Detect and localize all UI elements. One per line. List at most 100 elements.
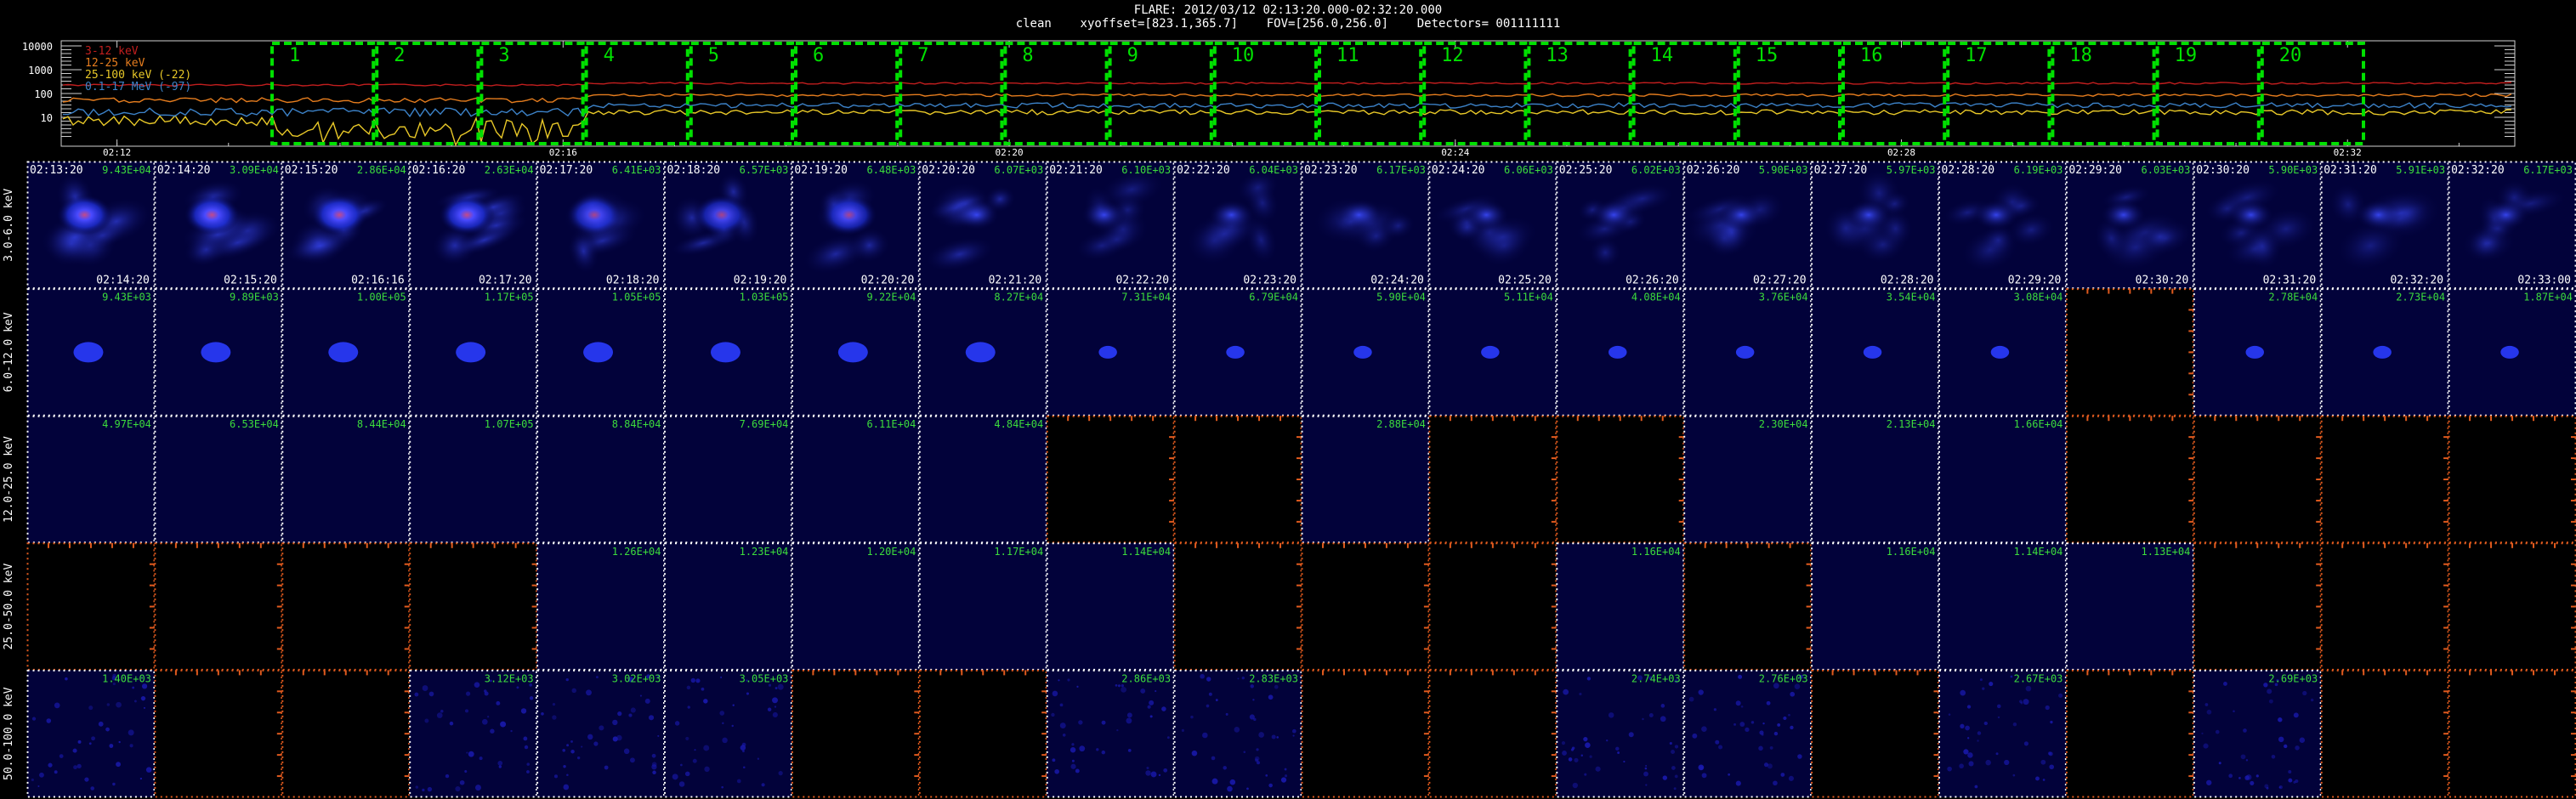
image-cell: 6.17E+0302:32:2002:33:0020	[2448, 161, 2576, 290]
peak-value-label: 1.13E+04	[2142, 546, 2191, 558]
noise-speckle	[1058, 679, 1060, 682]
peak-value-label: 1.87E+04	[2523, 292, 2573, 303]
noise-speckle	[1101, 720, 1106, 725]
cell-background	[2066, 416, 2194, 543]
noise-speckle	[415, 785, 419, 789]
noise-speckle	[523, 736, 528, 741]
peak-value-label: 5.90E+04	[1376, 292, 1426, 303]
source-core	[2482, 199, 2529, 230]
noise-speckle	[1252, 699, 1255, 701]
noise-speckle	[1660, 704, 1665, 708]
cell-background	[1938, 670, 2067, 797]
peak-value-label: 3.02E+03	[612, 672, 661, 684]
noise-speckle	[422, 685, 428, 691]
noise-speckle	[1574, 757, 1579, 762]
source-core	[2100, 199, 2147, 230]
noise-speckle	[684, 771, 690, 777]
image-cell	[281, 542, 411, 671]
noise-speckle	[757, 757, 760, 760]
noise-speckle	[459, 779, 465, 785]
image-cell: 2.30E+04	[1683, 415, 1813, 544]
time-start-label: 02:16:20	[412, 164, 466, 177]
noise-speckle	[1605, 739, 1609, 742]
cell-background	[2193, 542, 2322, 671]
noise-speckle	[604, 765, 609, 770]
noise-speckle	[612, 719, 618, 726]
noise-speckle	[2010, 675, 2013, 678]
noise-speckle	[129, 744, 133, 748]
image-cell: 5.90E+0302:30:2002:31:2018	[2193, 161, 2335, 290]
image-cell: 6.57E+0302:18:2002:19:206	[664, 161, 800, 290]
image-cell	[2448, 415, 2576, 544]
time-start-label: 02:24:20	[1432, 164, 1485, 177]
noise-speckle	[1150, 771, 1157, 778]
peak-value-label: 3.05E+03	[740, 672, 789, 684]
noise-speckle	[720, 676, 723, 678]
noise-speckle	[1579, 692, 1582, 696]
noise-speckle	[2215, 729, 2220, 734]
noise-speckle	[1580, 754, 1583, 757]
noise-speckle	[1728, 773, 1731, 776]
time-end-label: 02:19:20	[734, 275, 787, 287]
noise-speckle	[1127, 749, 1132, 752]
noise-speckle	[687, 706, 690, 709]
time-end-label: 02:30:20	[2136, 275, 2189, 287]
noise-speckle	[746, 692, 750, 695]
noise-speckle	[586, 689, 592, 696]
noise-speckle	[1215, 699, 1218, 702]
cell-background	[409, 416, 537, 543]
cell-background	[1683, 416, 1812, 543]
noise-speckle	[1773, 780, 1778, 786]
cell-background	[1811, 542, 1939, 671]
noise-speckle	[1241, 676, 1245, 680]
image-cell	[1556, 415, 1685, 544]
noise-speckle	[2255, 774, 2259, 778]
noise-speckle	[778, 770, 783, 776]
noise-speckle	[1739, 722, 1745, 727]
noise-speckle	[731, 724, 734, 728]
noise-speckle	[1268, 783, 1273, 788]
noise-speckle	[2238, 777, 2241, 779]
noise-speckle	[1054, 768, 1059, 774]
cell-background	[281, 670, 410, 797]
noise-speckle	[651, 753, 656, 758]
source-core	[2355, 199, 2402, 230]
noise-speckle	[1660, 716, 1666, 722]
noise-speckle	[128, 729, 134, 736]
cell-background	[281, 416, 410, 543]
time-start-label: 02:29:20	[2068, 164, 2122, 177]
noise-speckle	[703, 745, 710, 751]
time-end-label: 02:25:20	[1498, 275, 1552, 287]
noise-speckle	[772, 697, 779, 704]
noise-speckle	[1163, 768, 1168, 773]
noise-speckle	[500, 721, 507, 728]
noise-speckle	[651, 762, 657, 768]
noise-speckle	[774, 706, 777, 708]
time-end-label: 02:29:20	[2008, 275, 2062, 287]
cell-background	[2321, 670, 2449, 797]
cell-background	[1428, 670, 1557, 797]
peak-value-label: 1.66E+04	[2014, 418, 2063, 430]
image-cell	[281, 669, 411, 798]
peak-value-label: 6.10E+03	[1121, 164, 1171, 176]
peak-value-label: 1.26E+04	[612, 546, 661, 558]
noise-speckle	[1977, 731, 1982, 735]
peak-value-label: 1.03E+05	[740, 292, 789, 303]
time-start-label: 02:19:20	[794, 164, 848, 177]
peak-value-label: 6.07E+03	[994, 164, 1043, 176]
cell-background	[1047, 542, 1175, 671]
noise-speckle	[59, 754, 64, 759]
peak-value-label: 6.48E+03	[867, 164, 916, 176]
noise-speckle	[1648, 713, 1654, 717]
noise-speckle	[490, 728, 495, 734]
noise-speckle	[1617, 751, 1620, 754]
noise-speckle	[1715, 740, 1720, 745]
source-core	[1081, 199, 1127, 230]
peak-value-label: 2.73E+04	[2396, 292, 2445, 303]
cell-background	[664, 670, 792, 797]
noise-speckle	[424, 718, 429, 723]
noise-speckle	[1079, 745, 1086, 752]
image-cell	[154, 542, 283, 671]
cell-background	[1556, 416, 1684, 543]
noise-speckle	[481, 718, 488, 725]
